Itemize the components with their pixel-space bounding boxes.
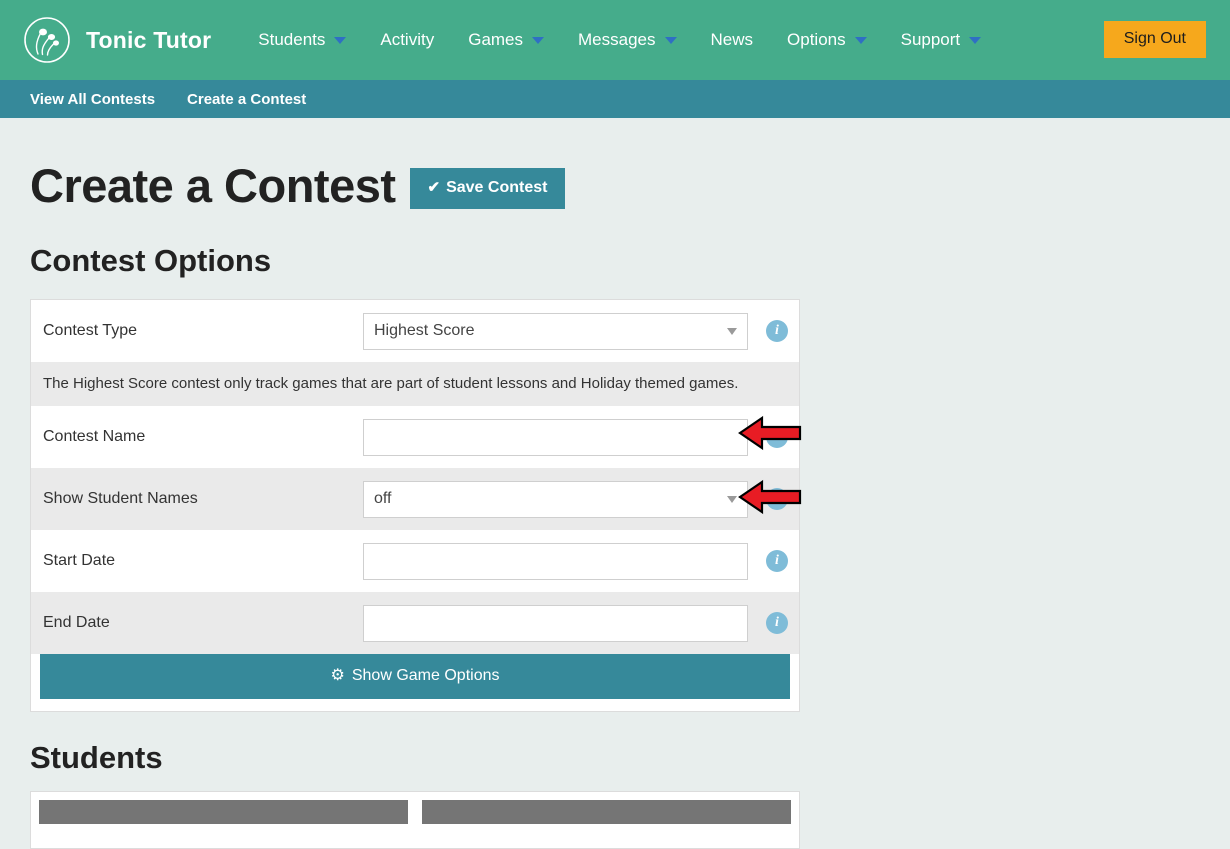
student-panel-header bbox=[422, 800, 791, 824]
nav-item-label: Games bbox=[468, 30, 524, 49]
contest-name-input[interactable] bbox=[363, 418, 748, 456]
sign-out-button[interactable]: Sign Out bbox=[1103, 21, 1206, 58]
nav-item-label: Students bbox=[258, 30, 326, 49]
nav-item-label: Support bbox=[900, 30, 961, 49]
save-contest-button[interactable]: ✔ Save Contest bbox=[409, 168, 566, 209]
nav-item-news[interactable]: News bbox=[694, 30, 771, 50]
info-icon-show-student-names[interactable]: i bbox=[766, 488, 788, 510]
subnav-item-create-a-contest[interactable]: Create a Contest bbox=[187, 91, 306, 108]
chevron-down-icon bbox=[969, 36, 982, 44]
chevron-down-icon bbox=[727, 328, 737, 335]
save-contest-label: Save Contest bbox=[446, 179, 548, 196]
nav-item-activity[interactable]: Activity bbox=[363, 30, 451, 50]
label-contest-type: Contest Type bbox=[43, 322, 137, 339]
show-game-options-label: Show Game Options bbox=[351, 667, 500, 684]
nav-item-options[interactable]: Options bbox=[770, 30, 884, 50]
form-row-start-date: Start Date i bbox=[31, 530, 799, 592]
student-panel[interactable] bbox=[422, 800, 791, 840]
nav-item-support[interactable]: Support bbox=[884, 30, 999, 50]
page-title-row: Create a Contest ✔ Save Contest bbox=[30, 118, 1200, 209]
show-game-options-button[interactable]: ⚙ Show Game Options bbox=[40, 654, 790, 699]
start-date-input[interactable] bbox=[363, 542, 748, 580]
chevron-down-icon bbox=[334, 36, 347, 44]
nav-item-label: Options bbox=[787, 30, 846, 49]
info-icon-start-date[interactable]: i bbox=[766, 550, 788, 572]
chevron-down-icon bbox=[727, 496, 737, 503]
main-nav-items: Students Activity Games Messages News Op… bbox=[241, 30, 998, 50]
brand-name[interactable]: Tonic Tutor bbox=[86, 27, 211, 54]
nav-item-label: News bbox=[710, 30, 754, 49]
contest-options-heading: Contest Options bbox=[30, 243, 272, 278]
contest-type-description: The Highest Score contest only track gam… bbox=[31, 362, 799, 406]
sub-navigation-bar: View All Contests Create a Contest bbox=[0, 80, 1230, 118]
label-start-date: Start Date bbox=[43, 552, 116, 569]
form-row-contest-type: Contest Type Highest Score i bbox=[31, 300, 799, 362]
label-show-student-names: Show Student Names bbox=[43, 490, 198, 507]
contest-type-select[interactable]: Highest Score bbox=[363, 312, 748, 350]
subnav-item-view-all-contests[interactable]: View All Contests bbox=[30, 91, 155, 108]
page-title: Create a Contest bbox=[30, 159, 396, 212]
form-row-end-date: End Date i bbox=[31, 592, 799, 654]
chevron-down-icon bbox=[854, 36, 867, 44]
info-icon-contest-name[interactable]: i bbox=[766, 426, 788, 448]
contest-options-form: Contest Type Highest Score i The Highest… bbox=[30, 299, 800, 712]
tonic-tutor-logo-icon[interactable] bbox=[22, 15, 72, 65]
form-row-show-student-names: Show Student Names off i bbox=[31, 468, 799, 530]
show-student-names-select[interactable]: off bbox=[363, 480, 748, 518]
nav-item-label: Activity bbox=[380, 30, 435, 49]
end-date-input[interactable] bbox=[363, 604, 748, 642]
students-heading: Students bbox=[30, 740, 163, 775]
student-panel-header bbox=[39, 800, 408, 824]
top-navigation-bar: Tonic Tutor Students Activity Games Mess… bbox=[0, 0, 1230, 80]
info-icon-end-date[interactable]: i bbox=[766, 612, 788, 634]
nav-item-students[interactable]: Students bbox=[241, 30, 363, 50]
contest-type-value: Highest Score bbox=[374, 322, 475, 339]
nav-item-games[interactable]: Games bbox=[451, 30, 561, 50]
nav-item-label: Messages bbox=[578, 30, 656, 49]
show-student-names-value: off bbox=[374, 490, 392, 507]
label-end-date: End Date bbox=[43, 614, 110, 631]
info-icon-contest-type[interactable]: i bbox=[766, 320, 788, 342]
student-panel[interactable] bbox=[39, 800, 408, 840]
check-icon: ✔ bbox=[427, 179, 441, 196]
label-contest-name: Contest Name bbox=[43, 428, 146, 445]
chevron-down-icon bbox=[664, 36, 677, 44]
form-row-contest-name: Contest Name i bbox=[31, 406, 799, 468]
chevron-down-icon bbox=[532, 36, 545, 44]
page-content: Create a Contest ✔ Save Contest Contest O… bbox=[0, 118, 1230, 849]
gear-icon: ⚙ bbox=[330, 667, 345, 684]
nav-item-messages[interactable]: Messages bbox=[561, 30, 693, 50]
